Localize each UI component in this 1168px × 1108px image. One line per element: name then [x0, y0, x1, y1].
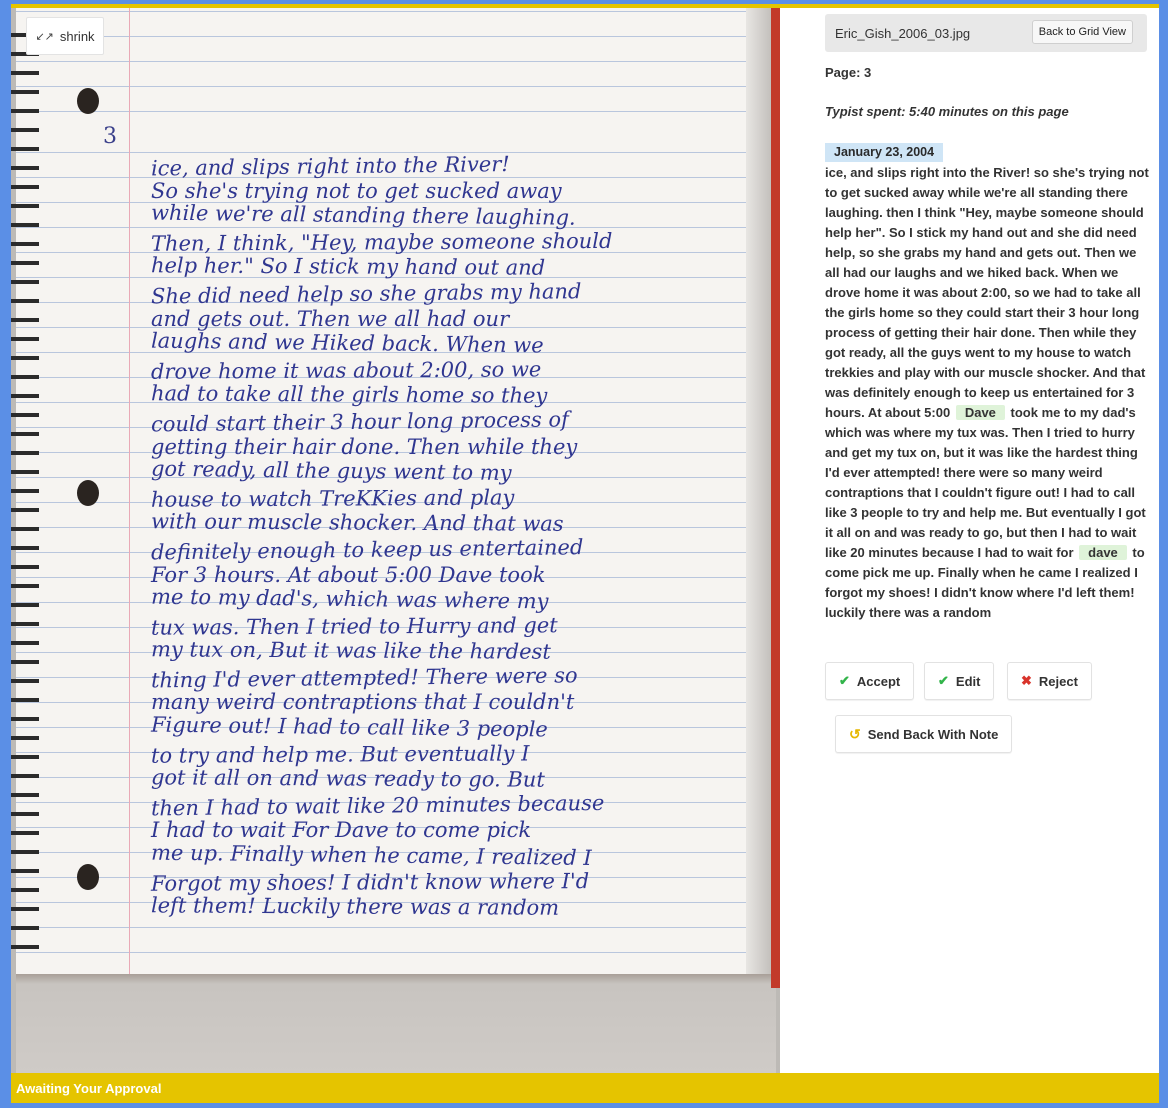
handwritten-line: So she's trying not to get sucked away — [151, 178, 562, 203]
transcript-part: ice, and slips right into the River! so … — [825, 165, 1149, 420]
file-header: Eric_Gish_2006_03.jpg Back to Grid View — [825, 14, 1147, 52]
status-text: Awaiting Your Approval — [16, 1081, 162, 1096]
name-tag: dave — [1079, 545, 1127, 560]
status-bar: Awaiting Your Approval — [11, 1073, 1159, 1103]
spiral-binding — [11, 24, 39, 964]
edit-label: Edit — [955, 673, 981, 689]
shrink-button[interactable]: ↙↗ shrink — [26, 17, 104, 55]
transcript-text: ice, and slips right into the River! so … — [825, 163, 1151, 623]
check-icon: ✔ — [938, 673, 949, 688]
handwritten-line: tux was. Then I tried to Hurry and get — [150, 612, 558, 640]
undo-icon: ↺ — [849, 725, 861, 742]
edit-button[interactable]: ✔ Edit — [924, 662, 995, 700]
send-back-label: Send Back With Note — [867, 726, 999, 742]
punch-hole — [77, 480, 99, 506]
reject-button[interactable]: ✖ Reject — [1007, 662, 1092, 700]
notebook-cover-edge — [771, 8, 780, 988]
accept-button[interactable]: ✔ Accept — [825, 662, 915, 700]
check-icon: ✔ — [839, 673, 850, 688]
punch-hole — [77, 88, 99, 114]
transcript-part: took me to my dad's which was where my t… — [825, 405, 1146, 560]
scan-viewer[interactable]: 3 ice, and slips right into the River! So… — [11, 8, 780, 1073]
punch-hole — [77, 864, 99, 890]
shrink-label: shrink — [59, 28, 95, 44]
margin-line — [129, 8, 130, 974]
send-back-button[interactable]: ↺ Send Back With Note — [835, 715, 1013, 753]
x-icon: ✖ — [1021, 673, 1032, 688]
handwritten-line: Then, I think, "Hey, maybe someone shoul… — [150, 228, 613, 256]
handwritten-line: drove home it was about 2:00, so we — [150, 357, 542, 384]
handwritten-line: left them! Luckily there was a random — [150, 893, 560, 921]
handwritten-line: definitely enough to keep us entertained — [150, 535, 584, 565]
accept-label: Accept — [856, 673, 901, 689]
review-panel: Eric_Gish_2006_03.jpg Back to Grid View … — [780, 8, 1159, 1073]
handwritten-line: many weird contraptions that I couldn't — [151, 690, 575, 715]
handwritten-line: could start their 3 hour long process of — [150, 407, 570, 437]
handwritten-text: ice, and slips right into the River! So s… — [150, 152, 711, 921]
handwritten-line: to try and help me. But eventually I — [150, 741, 530, 768]
handwritten-line: thing I'd ever attempted! There were so — [150, 663, 578, 693]
handwritten-line: Forgot my shoes! I didn't know where I'd — [150, 868, 590, 896]
handwritten-line: house to watch TreKKies and play — [150, 485, 515, 512]
handwritten-line: getting their hair done. Then while they — [151, 434, 578, 459]
handwritten-line: then I had to wait like 20 minutes becau… — [150, 790, 605, 821]
handwritten-line: and gets out. Then we all had our — [151, 306, 510, 331]
page-shadow — [16, 974, 776, 1073]
handwritten-line: ice, and slips right into the River! — [150, 152, 510, 181]
app-frame: 3 ice, and slips right into the River! So… — [11, 4, 1159, 1103]
handwritten-line: I had to wait For Dave to come pick — [151, 818, 532, 843]
back-to-grid-button[interactable]: Back to Grid View — [1031, 20, 1133, 44]
shrink-arrows-icon: ↙↗ — [35, 30, 54, 43]
date-tag: January 23, 2004 — [825, 143, 944, 162]
page-label: Page: 3 — [825, 65, 872, 80]
file-name: Eric_Gish_2006_03.jpg — [835, 26, 971, 41]
handwritten-line: For 3 hours. At about 5:00 Dave took — [151, 562, 546, 587]
name-tag: Dave — [955, 405, 1005, 420]
handwritten-page-number: 3 — [103, 124, 117, 149]
typist-time: Typist spent: 5:40 minutes on this page — [825, 104, 1069, 119]
handwritten-line: She did need help so she grabs my hand — [150, 279, 582, 309]
reject-label: Reject — [1038, 673, 1078, 689]
